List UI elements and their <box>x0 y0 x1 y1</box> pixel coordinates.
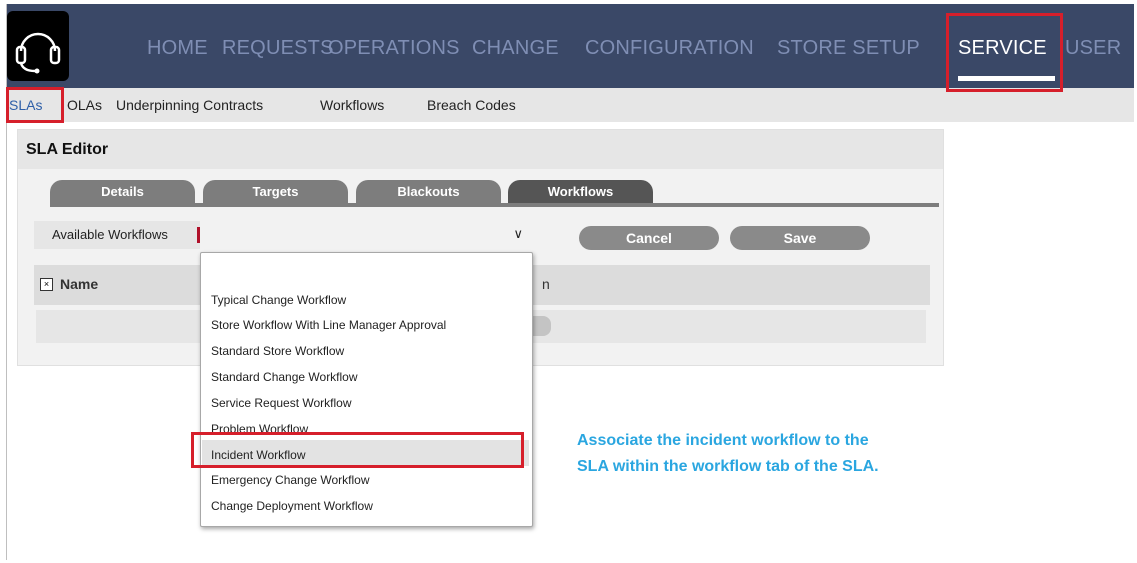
subnav-olas[interactable]: OLAs <box>67 97 102 113</box>
subnav-underpinning-contracts[interactable]: Underpinning Contracts <box>116 97 263 113</box>
available-workflows-select[interactable]: ∨ <box>202 221 537 249</box>
tab-divider <box>50 203 939 207</box>
panel-header: SLA Editor <box>18 130 943 169</box>
nav-user[interactable]: USER <box>1065 37 1121 60</box>
slas-highlight-box <box>6 87 64 123</box>
tab-workflows[interactable]: Workflows <box>508 180 653 204</box>
sub-navigation: SLAs OLAs Underpinning Contracts Workflo… <box>7 88 1134 122</box>
cancel-button[interactable]: Cancel <box>579 226 719 250</box>
annotation-line-2: SLA within the workflow tab of the SLA. <box>577 458 879 475</box>
nav-store-setup[interactable]: STORE SETUP <box>777 37 920 60</box>
subnav-workflows[interactable]: Workflows <box>320 97 384 113</box>
dropdown-option[interactable]: Emergency Change Workflow <box>211 473 370 487</box>
dropdown-option[interactable]: Standard Store Workflow <box>211 344 344 358</box>
save-button[interactable]: Save <box>730 226 870 250</box>
workflow-dropdown-list: Typical Change Workflow Store Workflow W… <box>200 252 533 527</box>
tab-targets[interactable]: Targets <box>203 180 348 204</box>
dropdown-option[interactable]: Standard Change Workflow <box>211 370 358 384</box>
nav-requests[interactable]: REQUESTS <box>222 37 334 60</box>
page-title: SLA Editor <box>26 141 109 158</box>
chevron-down-icon: ∨ <box>513 226 523 241</box>
column-description[interactable]: n <box>542 276 550 292</box>
tab-details[interactable]: Details <box>50 180 195 204</box>
column-name[interactable]: Name <box>60 276 98 292</box>
nav-operations[interactable]: OPERATIONS <box>328 37 460 60</box>
nav-configuration[interactable]: CONFIGURATION <box>585 37 754 60</box>
dropdown-option[interactable]: Change Deployment Workflow <box>211 499 373 513</box>
subnav-breach-codes[interactable]: Breach Codes <box>427 97 516 113</box>
tab-blackouts[interactable]: Blackouts <box>356 180 501 204</box>
headset-icon[interactable] <box>7 11 69 81</box>
annotation-line-1: Associate the incident workflow to the <box>577 432 869 449</box>
dropdown-option[interactable]: Typical Change Workflow <box>211 293 346 307</box>
required-indicator <box>197 227 200 243</box>
select-all-checkbox-icon[interactable]: × <box>40 278 53 291</box>
service-highlight-box <box>946 13 1063 92</box>
incident-workflow-highlight-box <box>191 432 524 468</box>
dropdown-option[interactable]: Store Workflow With Line Manager Approva… <box>211 318 446 332</box>
dropdown-option[interactable]: Service Request Workflow <box>211 396 352 410</box>
available-workflows-label: Available Workflows <box>34 221 200 249</box>
nav-change[interactable]: CHANGE <box>472 37 559 60</box>
nav-home[interactable]: HOME <box>147 37 208 60</box>
